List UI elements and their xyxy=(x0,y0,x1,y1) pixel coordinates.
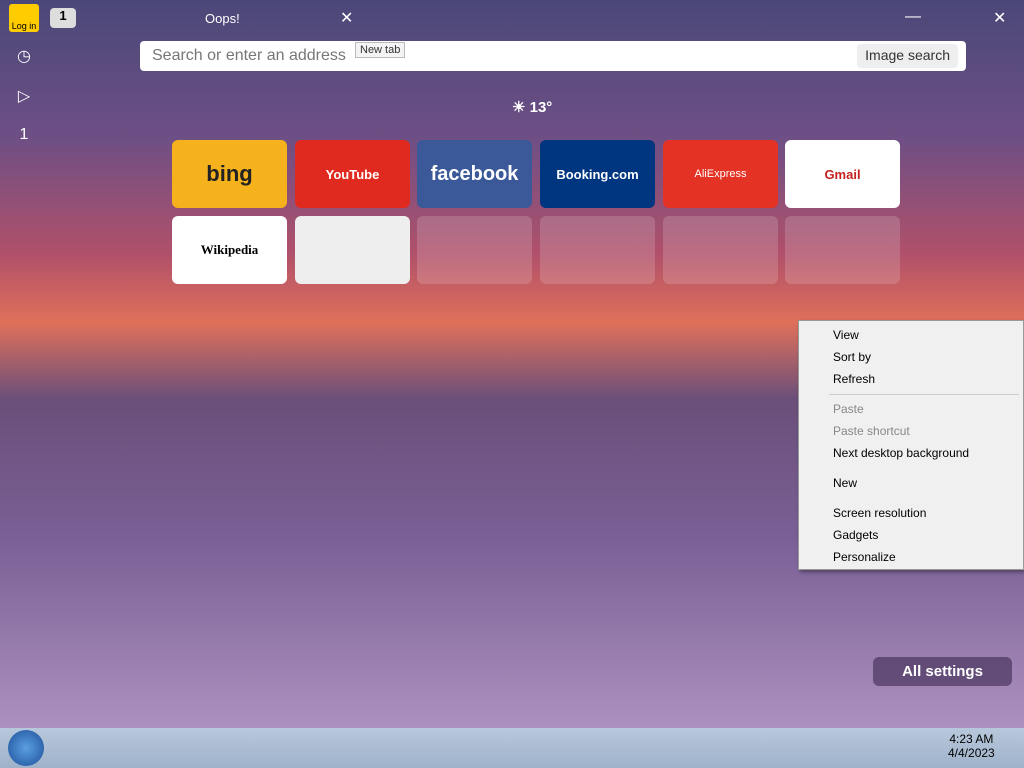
dial-booking[interactable]: Booking.com xyxy=(540,140,655,208)
clock-date: 4/4/2023 xyxy=(948,746,995,760)
close-tab-icon[interactable]: ✕ xyxy=(340,8,353,28)
all-settings-button[interactable]: All settings xyxy=(873,657,1012,686)
dial-group[interactable] xyxy=(295,216,410,284)
menu-screen-resolution[interactable]: Screen resolution xyxy=(833,506,926,520)
start-button[interactable] xyxy=(8,730,44,766)
menu-gadgets[interactable]: Gadgets xyxy=(833,528,878,542)
weather-widget[interactable]: ☀ 13° xyxy=(512,98,552,116)
menu-new[interactable]: New xyxy=(833,476,857,490)
dial-gmail[interactable]: Gmail xyxy=(785,140,900,208)
dial-empty[interactable] xyxy=(663,216,778,284)
sidebar: ◷ ▷ 1 xyxy=(0,36,48,728)
tab-count-icon[interactable]: 1 xyxy=(13,126,35,148)
history-icon[interactable]: ◷ xyxy=(13,46,35,68)
taskbar: 4:23 AM 4/4/2023 xyxy=(0,728,1024,768)
temperature: 13° xyxy=(529,99,553,116)
menu-sort-by[interactable]: Sort by xyxy=(833,350,871,364)
dial-empty[interactable] xyxy=(417,216,532,284)
menu-separator xyxy=(829,394,1019,395)
menu-paste-shortcut: Paste shortcut xyxy=(833,424,910,438)
dial-empty[interactable] xyxy=(785,216,900,284)
tooltip: New tab xyxy=(355,42,406,58)
dial-bing[interactable]: bing xyxy=(172,140,287,208)
play-icon[interactable]: ▷ xyxy=(13,86,35,108)
clock[interactable]: 4:23 AM 4/4/2023 xyxy=(948,732,995,760)
image-search-button[interactable]: Image search xyxy=(857,44,958,68)
address-bar[interactable]: Search or enter an address Image search xyxy=(140,41,966,71)
tab-title[interactable]: Oops! xyxy=(205,11,240,26)
dial-empty[interactable] xyxy=(540,216,655,284)
context-menu: View Sort by Refresh Paste Paste shortcu… xyxy=(798,320,1024,570)
dial-youtube[interactable]: YouTube xyxy=(295,140,410,208)
menu-personalize[interactable]: Personalize xyxy=(833,550,896,564)
address-input[interactable]: Search or enter an address xyxy=(152,47,346,64)
menu-next-background[interactable]: Next desktop background xyxy=(833,446,969,460)
tab-counter[interactable]: 1 xyxy=(50,8,76,28)
clock-time: 4:23 AM xyxy=(949,732,994,746)
menu-refresh[interactable]: Refresh xyxy=(833,372,875,386)
menu-view[interactable]: View xyxy=(833,328,859,342)
close-window-icon[interactable]: ✕ xyxy=(993,8,1006,28)
login-button[interactable]: Log in xyxy=(9,4,39,32)
minimize-icon[interactable]: — xyxy=(905,8,921,26)
tab-bar: Log in 1 Oops! ✕ — ✕ xyxy=(0,0,1024,36)
dial-facebook[interactable]: facebook xyxy=(417,140,532,208)
menu-paste: Paste xyxy=(833,402,864,416)
dial-aliexpress[interactable]: AliExpress xyxy=(663,140,778,208)
dial-wikipedia[interactable]: Wikipedia xyxy=(172,216,287,284)
